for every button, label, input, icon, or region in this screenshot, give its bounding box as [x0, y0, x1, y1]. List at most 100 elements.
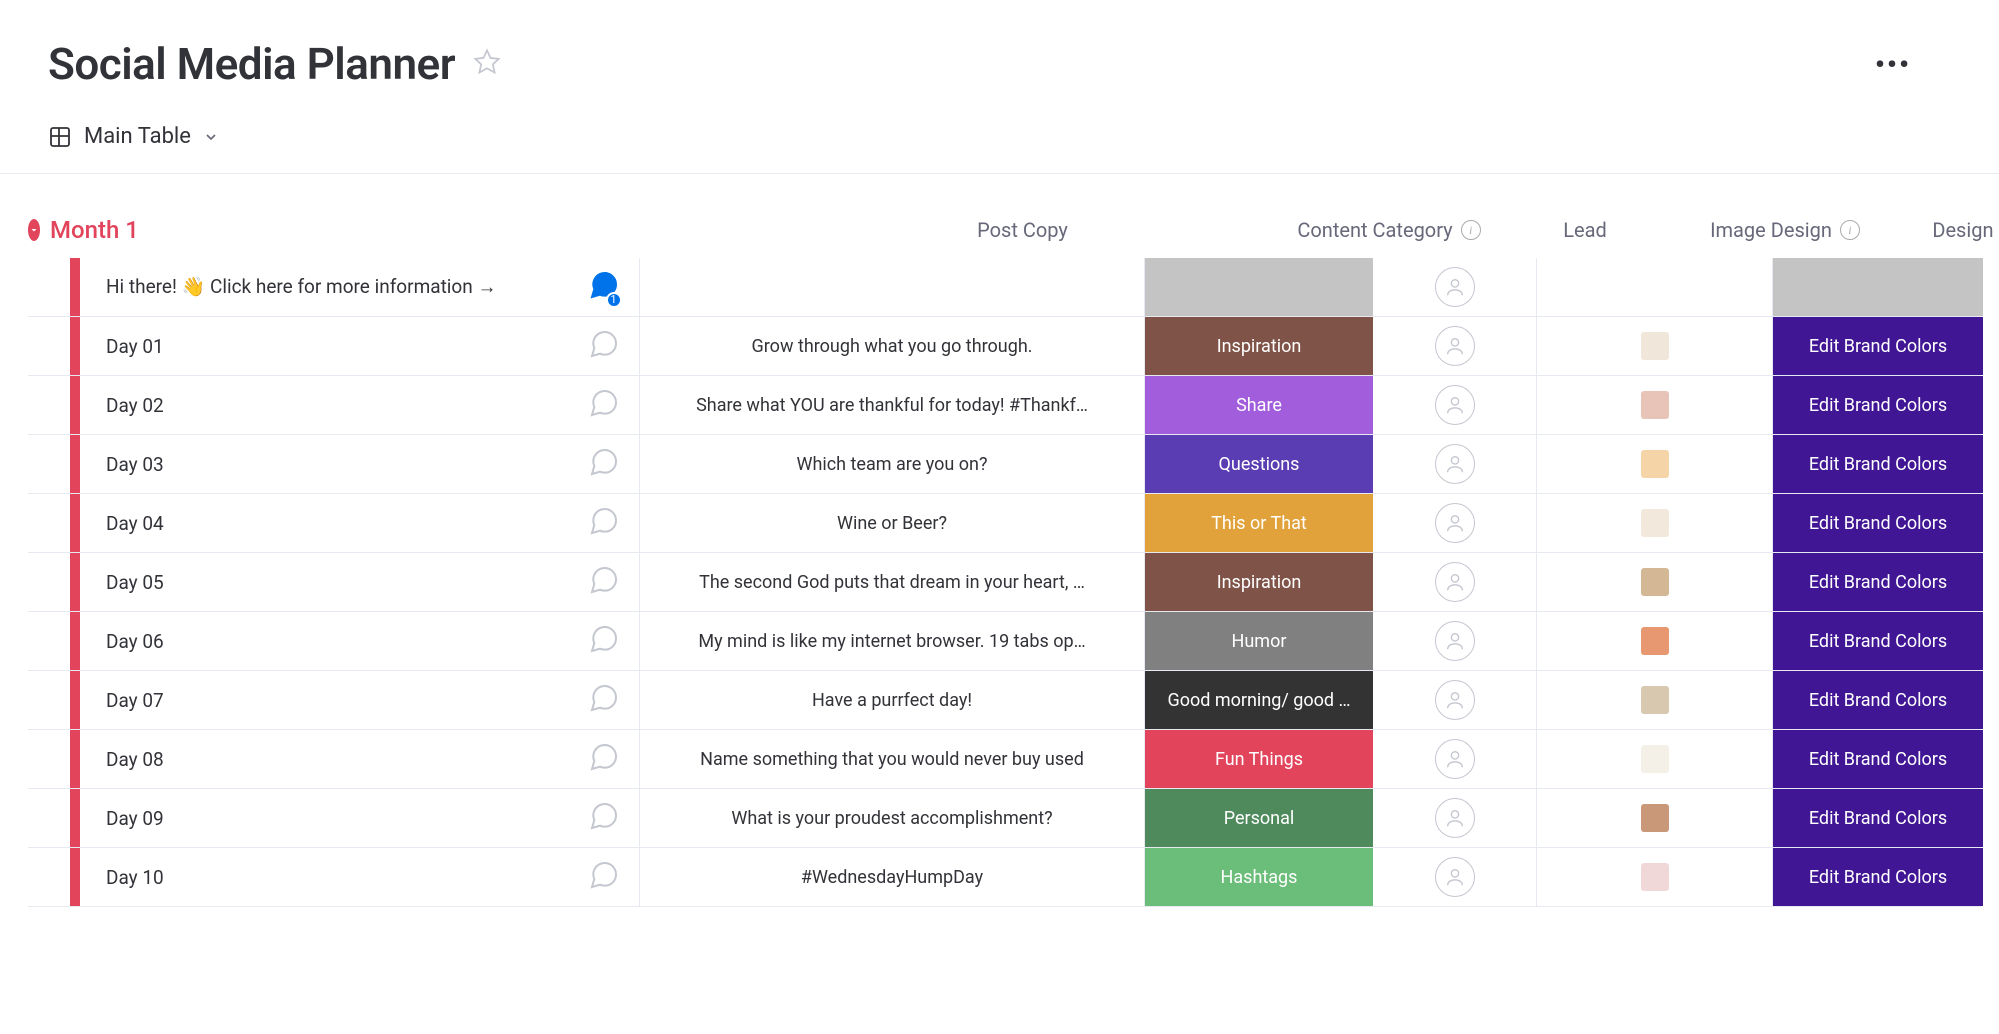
column-header-content-category[interactable]: Content Categoryi: [1275, 218, 1503, 242]
image-thumbnail[interactable]: [1641, 332, 1669, 360]
table-row[interactable]: Day 02Share what YOU are thankful for to…: [28, 376, 1981, 435]
image-design-cell[interactable]: [1537, 376, 1773, 434]
lead-cell[interactable]: [1373, 789, 1537, 847]
image-thumbnail[interactable]: [1641, 627, 1669, 655]
column-header-lead[interactable]: Lead: [1503, 218, 1667, 242]
image-thumbnail[interactable]: [1641, 509, 1669, 537]
row-item-name[interactable]: Day 06: [92, 612, 568, 670]
content-category-cell[interactable]: Good morning/ good …: [1145, 671, 1373, 729]
column-header-design-status[interactable]: Design Statusi: [1903, 218, 1999, 242]
row-item-name[interactable]: Day 04: [92, 494, 568, 552]
image-design-cell[interactable]: [1537, 612, 1773, 670]
favorite-star-icon[interactable]: [473, 48, 501, 81]
design-status-cell[interactable]: Edit Brand Colors: [1773, 671, 1983, 729]
conversation-button[interactable]: [568, 376, 640, 434]
image-thumbnail[interactable]: [1641, 391, 1669, 419]
image-thumbnail[interactable]: [1641, 745, 1669, 773]
conversation-button[interactable]: [568, 435, 640, 493]
design-status-cell[interactable]: Edit Brand Colors: [1773, 317, 1983, 375]
post-copy-cell[interactable]: [640, 258, 1145, 316]
column-header-post-copy[interactable]: Post Copy: [770, 218, 1275, 242]
table-row[interactable]: Day 08 Name something that you would neve…: [28, 730, 1981, 789]
post-copy-cell[interactable]: #WednesdayHumpDay: [640, 848, 1145, 906]
content-category-cell[interactable]: This or That: [1145, 494, 1373, 552]
group-collapse-toggle[interactable]: [28, 219, 40, 241]
conversation-button[interactable]: 1: [568, 258, 640, 316]
table-row[interactable]: Day 10 #WednesdayHumpDayHashtags Edit Bran…: [28, 848, 1981, 907]
row-item-name[interactable]: Day 07: [92, 671, 568, 729]
design-status-cell[interactable]: [1773, 258, 1983, 316]
image-design-cell[interactable]: [1537, 671, 1773, 729]
table-row[interactable]: Day 03 Which team are you on?Questions Edi…: [28, 435, 1981, 494]
image-thumbnail[interactable]: [1641, 804, 1669, 832]
image-design-cell[interactable]: [1537, 435, 1773, 493]
content-category-cell[interactable]: Hashtags: [1145, 848, 1373, 906]
column-header-image-design[interactable]: Image Designi: [1667, 218, 1903, 242]
conversation-button[interactable]: [568, 494, 640, 552]
lead-cell[interactable]: [1373, 730, 1537, 788]
group-title[interactable]: Month 1: [50, 216, 770, 244]
post-copy-cell[interactable]: Grow through what you go through.: [640, 317, 1145, 375]
image-thumbnail[interactable]: [1641, 450, 1669, 478]
row-item-name[interactable]: Day 08: [92, 730, 568, 788]
lead-cell[interactable]: [1373, 848, 1537, 906]
content-category-cell[interactable]: Humor: [1145, 612, 1373, 670]
row-item-name[interactable]: Day 03: [92, 435, 568, 493]
row-item-name[interactable]: Day 10: [92, 848, 568, 906]
lead-cell[interactable]: [1373, 376, 1537, 434]
conversation-button[interactable]: [568, 789, 640, 847]
row-item-name[interactable]: Hi there! 👋 Click here for more informat…: [92, 258, 568, 316]
image-design-cell[interactable]: [1537, 317, 1773, 375]
content-category-cell[interactable]: Inspiration: [1145, 317, 1373, 375]
lead-cell[interactable]: [1373, 612, 1537, 670]
post-copy-cell[interactable]: Which team are you on?: [640, 435, 1145, 493]
design-status-cell[interactable]: Edit Brand Colors: [1773, 553, 1983, 611]
table-row[interactable]: Day 09 What is your proudest accomplishme…: [28, 789, 1981, 848]
post-copy-cell[interactable]: What is your proudest accomplishment?: [640, 789, 1145, 847]
info-icon[interactable]: i: [1461, 220, 1481, 240]
board-title[interactable]: Social Media Planner: [48, 38, 455, 90]
design-status-cell[interactable]: Edit Brand Colors: [1773, 730, 1983, 788]
lead-cell[interactable]: [1373, 258, 1537, 316]
image-design-cell[interactable]: [1537, 730, 1773, 788]
image-design-cell[interactable]: [1537, 258, 1773, 316]
image-design-cell[interactable]: [1537, 789, 1773, 847]
image-design-cell[interactable]: [1537, 494, 1773, 552]
main-table-view-tab[interactable]: Main Table: [48, 124, 219, 149]
row-item-name[interactable]: Day 05: [92, 553, 568, 611]
design-status-cell[interactable]: Edit Brand Colors: [1773, 494, 1983, 552]
design-status-cell[interactable]: Edit Brand Colors: [1773, 789, 1983, 847]
image-thumbnail[interactable]: [1641, 863, 1669, 891]
table-row[interactable]: Day 01Grow through what you go through.I…: [28, 317, 1981, 376]
content-category-cell[interactable]: Share: [1145, 376, 1373, 434]
image-design-cell[interactable]: [1537, 553, 1773, 611]
design-status-cell[interactable]: Edit Brand Colors: [1773, 376, 1983, 434]
post-copy-cell[interactable]: Name something that you would never buy …: [640, 730, 1145, 788]
design-status-cell[interactable]: Edit Brand Colors: [1773, 435, 1983, 493]
lead-cell[interactable]: [1373, 671, 1537, 729]
image-design-cell[interactable]: [1537, 848, 1773, 906]
lead-cell[interactable]: [1373, 317, 1537, 375]
row-item-name[interactable]: Day 09: [92, 789, 568, 847]
conversation-button[interactable]: [568, 730, 640, 788]
table-row[interactable]: Day 04Wine or Beer?This or ThatEdit Bran…: [28, 494, 1981, 553]
lead-cell[interactable]: [1373, 494, 1537, 552]
table-row[interactable]: Day 07 Have a purrfect day!Good morning/ …: [28, 671, 1981, 730]
content-category-cell[interactable]: [1145, 258, 1373, 316]
info-icon[interactable]: i: [1840, 220, 1860, 240]
design-status-cell[interactable]: Edit Brand Colors: [1773, 612, 1983, 670]
content-category-cell[interactable]: Fun Things: [1145, 730, 1373, 788]
post-copy-cell[interactable]: The second God puts that dream in your h…: [640, 553, 1145, 611]
content-category-cell[interactable]: Questions: [1145, 435, 1373, 493]
image-thumbnail[interactable]: [1641, 686, 1669, 714]
design-status-cell[interactable]: Edit Brand Colors: [1773, 848, 1983, 906]
lead-cell[interactable]: [1373, 553, 1537, 611]
table-row[interactable]: Day 06 My mind is like my internet browse…: [28, 612, 1981, 671]
conversation-button[interactable]: [568, 671, 640, 729]
conversation-button[interactable]: [568, 612, 640, 670]
content-category-cell[interactable]: Personal: [1145, 789, 1373, 847]
lead-cell[interactable]: [1373, 435, 1537, 493]
post-copy-cell[interactable]: My mind is like my internet browser. 19 …: [640, 612, 1145, 670]
conversation-button[interactable]: [568, 553, 640, 611]
post-copy-cell[interactable]: Have a purrfect day!: [640, 671, 1145, 729]
